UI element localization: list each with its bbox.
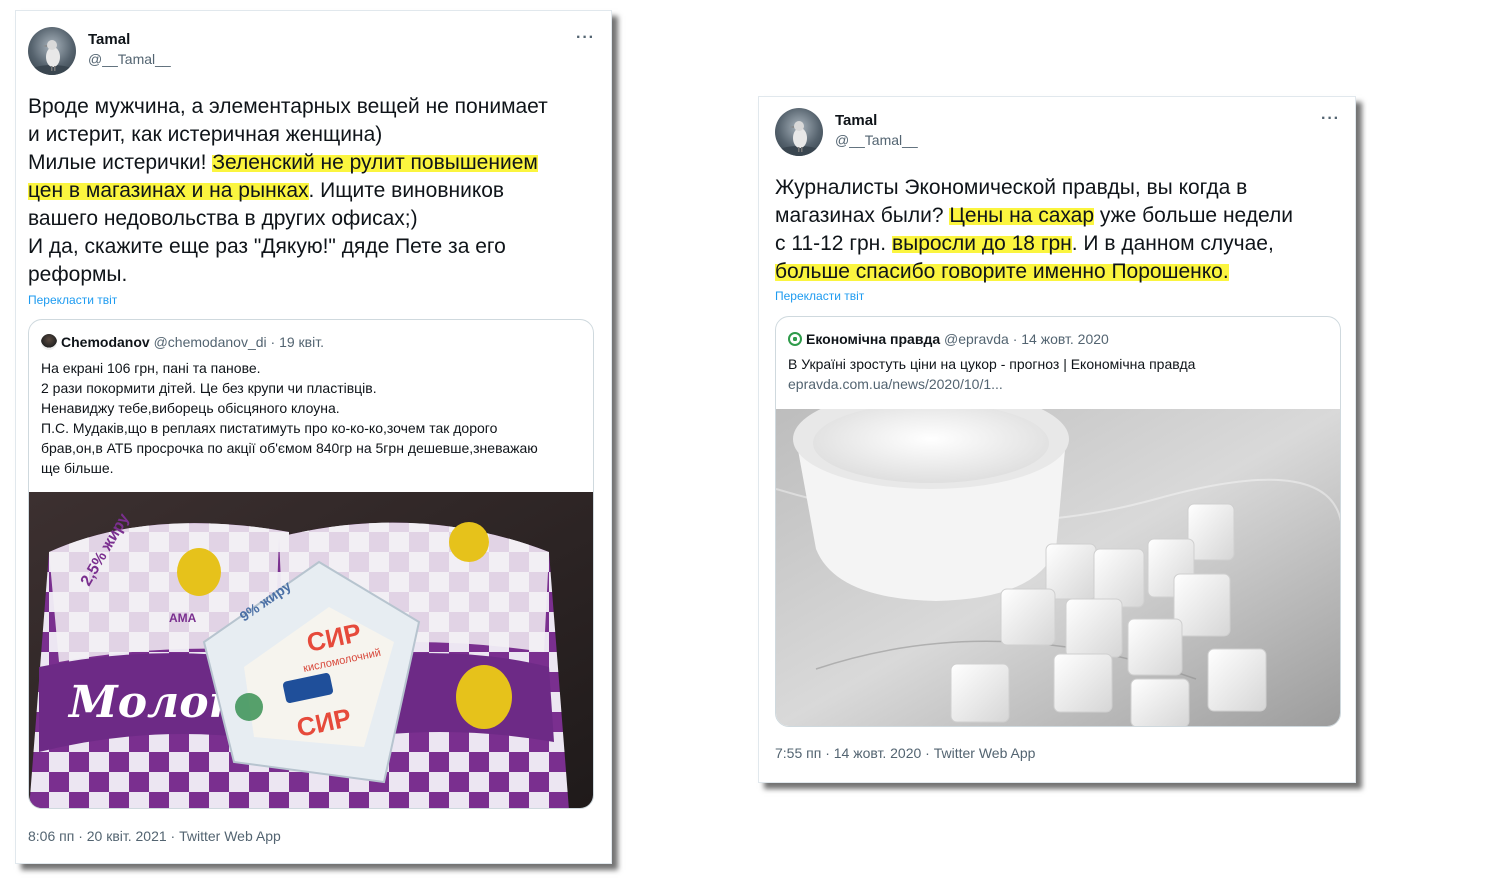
quote-text: На екрані 106 грн, пані та панове. 2 раз… — [41, 358, 586, 478]
link-url: epravda.com.ua/news/2020/10/1... — [788, 376, 1003, 392]
quote-author-handle: @chemodanov_di — [153, 334, 267, 350]
tweet-timestamp[interactable]: 8:06 пп · 20 квіт. 2021 · Twitter Web Ap… — [28, 828, 281, 844]
quoted-tweet[interactable]: Chemodanov @chemodanov_di · 19 квіт. На … — [28, 319, 594, 809]
quote-author-handle: @epravda — [944, 331, 1009, 347]
more-icon[interactable]: ··· — [576, 29, 595, 47]
sugar-illustration — [776, 409, 1340, 726]
quote-avatar — [41, 334, 57, 350]
quote-date: · 14 жовт. 2020 — [1012, 331, 1109, 347]
avatar[interactable] — [775, 108, 823, 156]
tweet-timestamp[interactable]: 7:55 пп · 14 жовт. 2020 · Twitter Web Ap… — [775, 745, 1035, 761]
tweet-text: Вроде мужчина, а элементарных вещей не п… — [28, 93, 603, 289]
quote-line: На екрані 106 грн, пані та панове. — [41, 360, 261, 376]
more-icon[interactable]: ··· — [1321, 110, 1340, 128]
quote-author-name: Економічна правда — [806, 331, 941, 347]
milk-cheese-illustration: Молоко 2,5% жиру АМА СИР СИР кисломолочн… — [29, 492, 593, 808]
user-handle[interactable]: @__Tamal__ — [835, 132, 918, 148]
milk-cheese-photo[interactable]: Молоко 2,5% жиру АМА СИР СИР кисломолочн… — [29, 492, 593, 808]
quoted-tweet[interactable]: Економічна правда @epravda · 14 жовт. 20… — [775, 316, 1341, 727]
avatar[interactable] — [28, 27, 76, 75]
highlighted-text: Цены на сахар — [949, 204, 1095, 227]
quote-text: В Україні зростуть ціни на цукор - прогн… — [788, 354, 1333, 394]
pigeon-avatar-icon — [30, 40, 74, 75]
link-title: В Україні зростуть ціни на цукор - прогн… — [788, 356, 1196, 372]
highlighted-text: выросли до 18 грн — [891, 232, 1072, 255]
quote-line: ще більше. — [41, 460, 114, 476]
display-name[interactable]: Tamal — [88, 31, 130, 48]
translate-tweet-link[interactable]: Перекласти твіт — [28, 293, 117, 307]
brand-label: АМА — [169, 611, 197, 625]
tweet-card-1: Tamal @__Tamal__ ··· Вроде мужчина, а эл… — [15, 10, 612, 864]
tweet-card-2: Tamal @__Tamal__ ··· Журналисты Экономич… — [758, 96, 1356, 783]
pigeon-avatar-icon — [777, 121, 821, 156]
tweet-text-part: . И в данном случае, — [1071, 232, 1274, 255]
quote-line: брав,он,в АТБ просрочка по акції об'ємом… — [41, 440, 538, 456]
translate-tweet-link[interactable]: Перекласти твіт — [775, 289, 864, 303]
quote-date: · 19 квіт. — [270, 334, 324, 350]
quote-header: Chemodanov @chemodanov_di · 19 квіт. — [41, 334, 324, 350]
display-name[interactable]: Tamal — [835, 112, 877, 129]
quote-header: Економічна правда @epravda · 14 жовт. 20… — [788, 331, 1109, 347]
epravda-logo-icon — [788, 332, 802, 346]
highlighted-text: больше спасибо говорите именно Порошенко… — [775, 260, 1229, 283]
quote-line: Ненавиджу тебе,виборець обісцяного клоун… — [41, 400, 340, 416]
quote-author-name: Chemodanov — [61, 334, 150, 350]
sugar-photo[interactable] — [776, 409, 1340, 726]
quote-line: П.С. Мудаків,що в реплаях пистатимуть пр… — [41, 420, 498, 436]
user-handle[interactable]: @__Tamal__ — [88, 51, 171, 67]
tweet-text: Журналисты Экономической правды, вы когд… — [775, 174, 1345, 286]
quote-line: 2 рази покормити дітей. Це без крупи чи … — [41, 380, 377, 396]
